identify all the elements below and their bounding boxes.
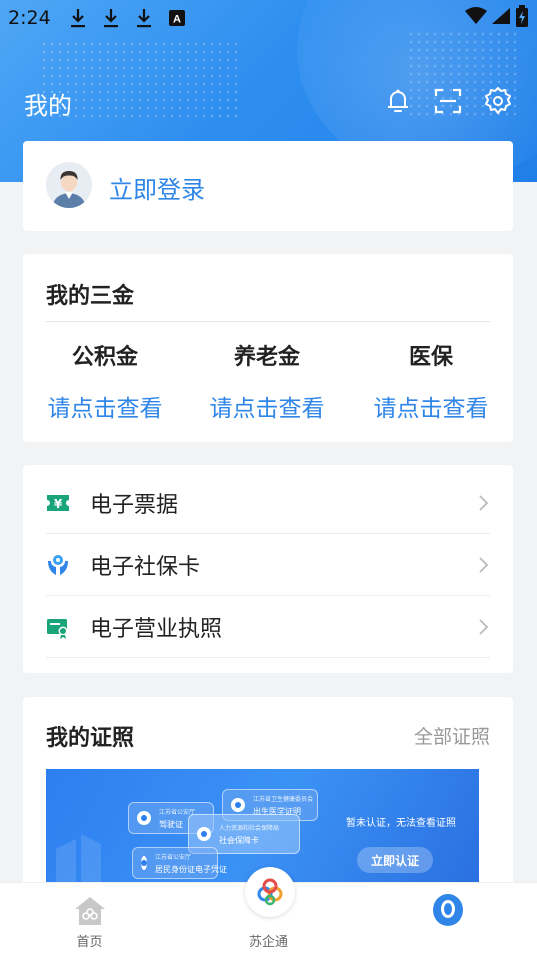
download-icon [133,7,155,29]
wifi-icon [465,7,487,29]
login-button[interactable]: 立即登录 [109,170,205,205]
download-icon [100,7,122,29]
divider [46,321,490,322]
chevron-right-icon [476,617,490,637]
tab-home[interactable]: 首页 [0,883,179,956]
page-header: 我的 [0,78,537,126]
fund-pension: 养老金 请点击查看 [187,339,347,423]
battery-icon [515,5,529,31]
services-card: ¥ 电子票据 电子社保卡 电子营业执照 [23,465,513,673]
list-item-business-license[interactable]: 电子营业执照 [46,596,490,658]
list-item-social-security-card[interactable]: 电子社保卡 [46,534,490,596]
all-certificates-link[interactable]: 全部证照 [414,722,490,749]
tab-label: 苏企通 [248,935,288,950]
list-item-e-ticket[interactable]: ¥ 电子票据 [46,472,490,534]
avatar[interactable] [46,162,92,208]
fund-name: 养老金 [233,345,300,370]
login-card[interactable]: 立即登录 [23,141,513,231]
funds-card: 我的三金 公积金 请点击查看 养老金 请点击查看 医保 请点击查看 [23,254,513,442]
business-license-icon [46,615,70,639]
list-item-label: 电子社保卡 [90,554,201,580]
status-time: 2:24 [8,7,51,29]
fund-view-link[interactable]: 请点击查看 [351,389,511,423]
fund-name: 公积金 [71,345,138,370]
fund-housing: 公积金 请点击查看 [25,339,185,423]
a-app-icon: A [166,7,188,29]
svg-text:¥: ¥ [54,497,63,511]
verify-now-button[interactable]: 立即认证 [357,847,433,873]
list-item-label: 电子票据 [90,492,179,518]
bell-icon[interactable] [383,86,413,116]
fund-view-link[interactable]: 请点击查看 [25,389,185,423]
social-security-icon [46,553,70,577]
certificate-thumb: 江苏省公安厅 居民身份证电子凭证 [132,847,227,879]
a-app-icon-letter: A [173,14,181,26]
home-icon [73,895,107,931]
download-icon [67,7,89,29]
fund-medical: 医保 请点击查看 [351,339,511,423]
ticket-icon: ¥ [46,491,70,515]
tab-label: 首页 [76,935,103,950]
su-qi-tong-logo-icon[interactable] [245,867,295,917]
tab-profile[interactable] [358,883,537,956]
signal-icon [491,7,511,29]
chevron-right-icon [476,493,490,513]
fund-name: 医保 [408,345,453,370]
list-item-label: 电子营业执照 [90,616,223,642]
chevron-right-icon [476,555,490,575]
page-title: 我的 [24,92,72,120]
fund-view-link[interactable]: 请点击查看 [187,389,347,423]
scan-icon[interactable] [433,86,463,116]
certificates-title: 我的证照 [46,726,135,751]
funds-title: 我的三金 [46,284,135,309]
gear-icon[interactable] [483,86,513,116]
banner-note: 暂未认证，无法查看证照 [346,818,456,829]
profile-icon [430,893,466,933]
status-bar: 2:24 A [0,0,537,36]
